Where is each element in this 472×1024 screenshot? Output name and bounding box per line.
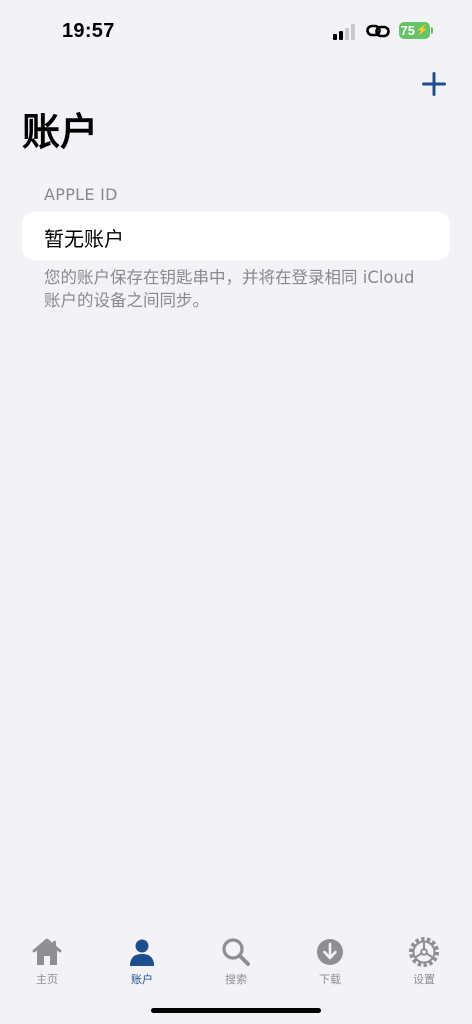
tab-home[interactable]: 主页 <box>17 936 77 996</box>
personal-hotspot-link-icon <box>366 24 390 38</box>
section-footer-note: 您的账户保存在钥匙串中，并将在登录相同 iCloud 账户的设备之间同步。 <box>44 268 415 310</box>
tab-label: 设置 <box>413 973 435 986</box>
tab-search[interactable]: 搜索 <box>206 936 266 996</box>
tab-downloads[interactable]: 下载 <box>300 936 360 996</box>
tab-account[interactable]: 账户 <box>112 936 172 996</box>
house-icon <box>32 938 62 965</box>
status-time: 19:57 <box>62 20 115 42</box>
tab-label: 主页 <box>36 973 58 986</box>
tab-label: 下载 <box>319 973 341 986</box>
tab-settings[interactable]: 设置 <box>394 936 454 996</box>
tab-bar: 主页 账户 搜索 下载 设置 <box>0 930 472 1000</box>
add-account-button[interactable] <box>420 70 448 98</box>
account-list: 暂无账户 <box>22 212 450 260</box>
battery-indicator: 75 ⚡ <box>399 22 430 39</box>
section-header: APPLE ID <box>44 185 118 204</box>
cellular-signal-icon <box>333 24 355 40</box>
download-icon <box>317 939 343 965</box>
magnifier-icon <box>222 938 250 966</box>
battery-level: 75 <box>400 23 415 38</box>
tab-label: 搜索 <box>225 973 247 986</box>
battery-cap <box>431 27 433 34</box>
person-icon <box>130 939 154 966</box>
gear-icon <box>409 937 439 967</box>
empty-accounts-label: 暂无账户 <box>44 227 124 251</box>
charging-bolt-icon: ⚡ <box>416 25 429 36</box>
page-title: 账户 <box>22 110 99 154</box>
status-bar: 19:57 75 ⚡ <box>0 0 472 60</box>
tab-label: 账户 <box>131 973 153 986</box>
home-indicator[interactable] <box>151 1008 321 1013</box>
